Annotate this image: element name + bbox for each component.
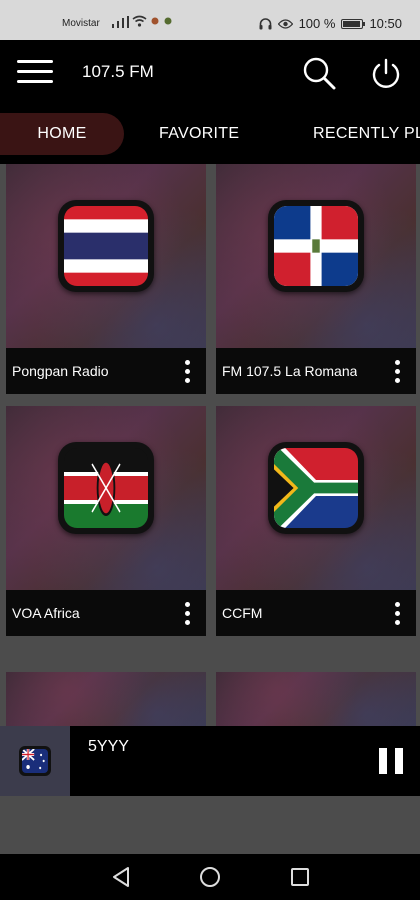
app-title: 107.5 FM (82, 62, 154, 81)
notification-icon (151, 17, 172, 25)
more-options-icon[interactable] (392, 602, 402, 626)
power-icon[interactable] (370, 57, 402, 89)
more-options-icon[interactable] (182, 360, 192, 384)
station-card-partial[interactable] (6, 672, 206, 726)
home-icon[interactable] (200, 867, 220, 887)
now-playing-bar[interactable]: 5YYY (0, 726, 420, 796)
station-card[interactable]: CCFM (216, 406, 416, 636)
search-icon[interactable] (302, 56, 336, 90)
status-bar: Movistar 100 % 10:50 (0, 0, 420, 40)
station-name: Pongpan Radio (12, 363, 109, 379)
carrier-label: Movistar (62, 18, 100, 29)
headphones-icon (259, 17, 272, 29)
station-card[interactable]: VOA Africa (6, 406, 206, 636)
screen: Movistar 100 % 10:50 107.5 FM HOME FAVOR… (0, 0, 420, 900)
south-africa-flag-icon (268, 442, 364, 534)
pause-icon[interactable] (379, 748, 403, 774)
station-name: CCFM (222, 605, 263, 621)
australia-flag-icon (19, 746, 51, 776)
menu-icon[interactable] (17, 60, 53, 84)
eye-icon (277, 18, 293, 29)
recents-icon[interactable] (291, 868, 309, 886)
now-playing-artwork (0, 726, 70, 796)
tab-home[interactable]: HOME (0, 113, 124, 155)
kenya-flag-icon (58, 442, 154, 534)
content-spacer (0, 796, 420, 854)
station-grid: Pongpan Radio FM 107.5 La Romana VOA Afr… (0, 164, 420, 726)
wifi-icon (132, 15, 147, 27)
app-bar: 107.5 FM (0, 40, 420, 102)
signal-icon (112, 16, 129, 28)
back-icon[interactable] (111, 866, 131, 888)
now-playing-title: 5YYY (88, 738, 129, 755)
tab-recently-played[interactable]: RECENTLY PL (313, 113, 420, 155)
station-card[interactable]: FM 107.5 La Romana (216, 164, 416, 394)
clock: 10:50 (369, 16, 402, 31)
station-card[interactable]: Pongpan Radio (6, 164, 206, 394)
system-nav-bar (0, 854, 420, 900)
thailand-flag-icon (58, 200, 154, 292)
dominican-republic-flag-icon (268, 200, 364, 292)
more-options-icon[interactable] (182, 602, 192, 626)
station-card-partial[interactable] (216, 672, 416, 726)
more-options-icon[interactable] (392, 360, 402, 384)
station-name: FM 107.5 La Romana (222, 363, 358, 379)
tab-bar: HOME FAVORITE RECENTLY PL (0, 102, 420, 164)
battery-icon (341, 18, 366, 29)
battery-percent: 100 % (298, 16, 336, 31)
station-name: VOA Africa (12, 605, 80, 621)
tab-favorite[interactable]: FAVORITE (159, 113, 239, 155)
